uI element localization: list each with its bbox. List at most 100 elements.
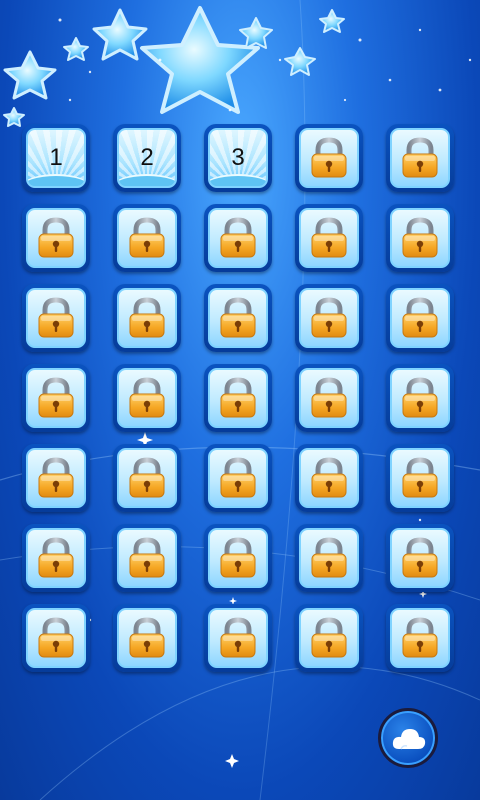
level-tile-face xyxy=(299,128,359,188)
star-icon xyxy=(319,9,345,33)
level-tile-locked[interactable] xyxy=(386,124,454,192)
level-tile-locked[interactable] xyxy=(295,204,363,272)
padlock-icon xyxy=(36,377,76,419)
level-tile-locked[interactable] xyxy=(386,364,454,432)
padlock-icon xyxy=(36,617,76,659)
level-tile-face xyxy=(390,288,450,348)
padlock-icon xyxy=(309,537,349,579)
cloud-icon xyxy=(392,729,426,750)
padlock-icon xyxy=(309,217,349,259)
padlock-icon xyxy=(127,617,167,659)
star-icon xyxy=(92,8,148,61)
level-tile-face: 1 xyxy=(26,128,86,188)
level-tile-locked[interactable] xyxy=(22,444,90,512)
padlock-icon xyxy=(309,377,349,419)
level-tile-face xyxy=(390,608,450,668)
level-tile-face xyxy=(208,368,268,428)
level-tile-locked[interactable] xyxy=(386,604,454,672)
padlock-icon xyxy=(400,377,440,419)
level-tile-face xyxy=(117,288,177,348)
level-tile-2[interactable]: 2 xyxy=(113,124,181,192)
level-tile-locked[interactable] xyxy=(204,204,272,272)
level-tile-face xyxy=(117,368,177,428)
padlock-icon xyxy=(400,617,440,659)
level-tile-1[interactable]: 1 xyxy=(22,124,90,192)
level-tile-face xyxy=(117,608,177,668)
padlock-icon xyxy=(400,537,440,579)
level-tile-locked[interactable] xyxy=(22,284,90,352)
padlock-icon xyxy=(400,457,440,499)
level-tile-locked[interactable] xyxy=(22,604,90,672)
star-icon xyxy=(284,47,316,76)
padlock-icon xyxy=(309,297,349,339)
level-tile-locked[interactable] xyxy=(113,284,181,352)
level-tile-locked[interactable] xyxy=(113,204,181,272)
level-tile-locked[interactable] xyxy=(295,604,363,672)
big-star-icon xyxy=(140,6,260,114)
level-tile-locked[interactable] xyxy=(22,524,90,592)
level-tile-3[interactable]: 3 xyxy=(204,124,272,192)
level-tile-face xyxy=(390,448,450,508)
level-grid: 1 2 3 xyxy=(22,124,454,672)
level-tile-locked[interactable] xyxy=(295,524,363,592)
level-tile-face xyxy=(299,448,359,508)
level-tile-face xyxy=(117,208,177,268)
padlock-icon xyxy=(218,297,258,339)
padlock-icon xyxy=(127,537,167,579)
level-tile-face xyxy=(299,208,359,268)
level-tile-locked[interactable] xyxy=(386,204,454,272)
level-tile-face xyxy=(26,528,86,588)
level-tile-locked[interactable] xyxy=(386,524,454,592)
level-tile-locked[interactable] xyxy=(204,444,272,512)
padlock-icon xyxy=(309,457,349,499)
level-tile-face xyxy=(390,128,450,188)
level-tile-locked[interactable] xyxy=(295,444,363,512)
level-tile-locked[interactable] xyxy=(386,444,454,512)
padlock-icon xyxy=(218,537,258,579)
level-tile-face xyxy=(299,288,359,348)
padlock-icon xyxy=(36,537,76,579)
level-tile-locked[interactable] xyxy=(295,124,363,192)
level-tile-face xyxy=(26,288,86,348)
padlock-icon xyxy=(127,457,167,499)
level-tile-face xyxy=(117,448,177,508)
level-tile-face: 2 xyxy=(117,128,177,188)
padlock-icon xyxy=(218,217,258,259)
level-tile-locked[interactable] xyxy=(295,284,363,352)
level-tile-locked[interactable] xyxy=(295,364,363,432)
level-number: 1 xyxy=(49,144,63,171)
level-tile-face xyxy=(390,528,450,588)
star-icon xyxy=(63,37,89,61)
level-tile-face xyxy=(208,528,268,588)
level-tile-locked[interactable] xyxy=(22,364,90,432)
level-tile-face xyxy=(390,208,450,268)
star-icon xyxy=(3,107,25,127)
level-tile-face xyxy=(26,368,86,428)
level-tile-locked[interactable] xyxy=(113,364,181,432)
level-tile-locked[interactable] xyxy=(22,204,90,272)
level-tile-face xyxy=(208,288,268,348)
level-tile-locked[interactable] xyxy=(204,524,272,592)
padlock-icon xyxy=(127,297,167,339)
level-tile-locked[interactable] xyxy=(204,364,272,432)
level-tile-locked[interactable] xyxy=(113,524,181,592)
level-number: 2 xyxy=(140,144,154,171)
padlock-icon xyxy=(218,457,258,499)
padlock-icon xyxy=(36,297,76,339)
level-tile-face xyxy=(299,608,359,668)
padlock-icon xyxy=(309,617,349,659)
level-number: 3 xyxy=(231,144,245,171)
level-tile-locked[interactable] xyxy=(113,604,181,672)
back-button[interactable] xyxy=(378,708,438,768)
level-tile-locked[interactable] xyxy=(204,604,272,672)
level-tile-face xyxy=(26,448,86,508)
level-tile-locked[interactable] xyxy=(386,284,454,352)
level-tile-face xyxy=(208,608,268,668)
padlock-icon xyxy=(36,217,76,259)
level-tile-face xyxy=(208,208,268,268)
level-tile-locked[interactable] xyxy=(113,444,181,512)
padlock-icon xyxy=(400,297,440,339)
star-icon xyxy=(3,50,57,100)
padlock-icon xyxy=(127,217,167,259)
level-tile-locked[interactable] xyxy=(204,284,272,352)
